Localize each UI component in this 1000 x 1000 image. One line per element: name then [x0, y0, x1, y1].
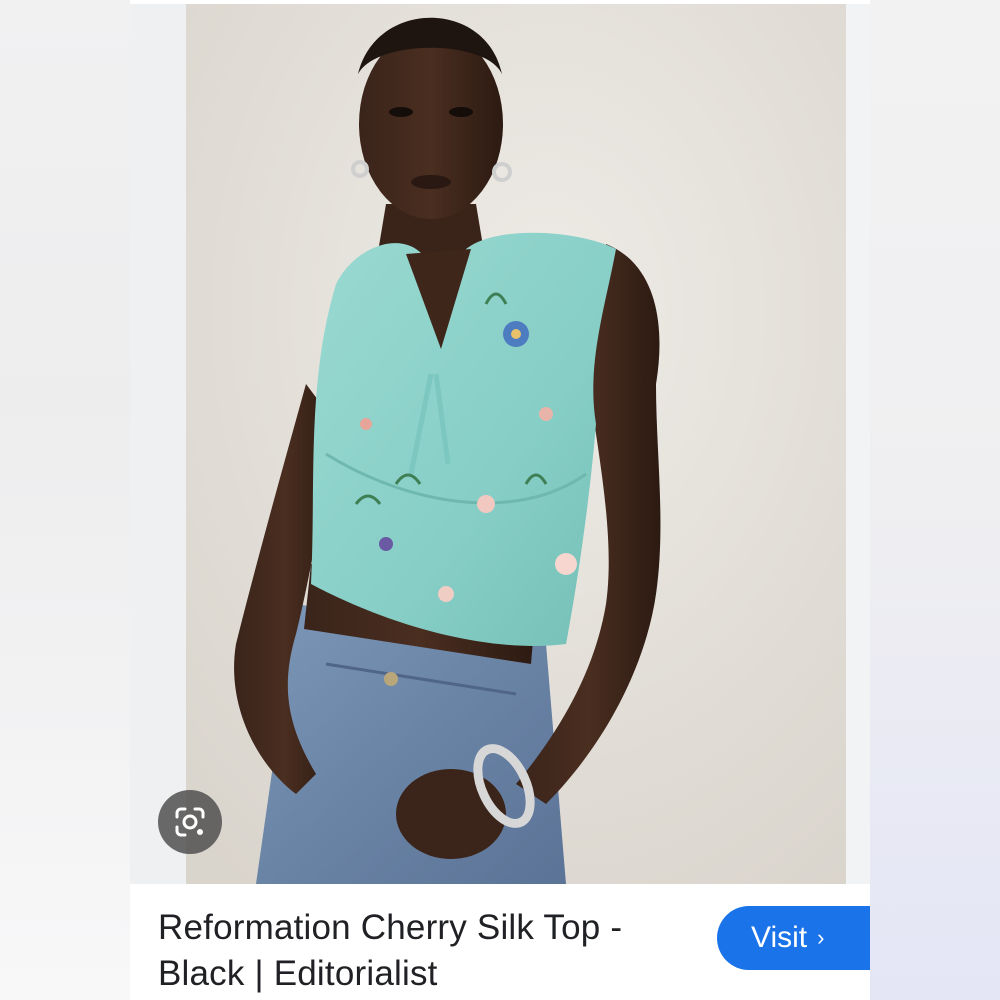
result-title[interactable]: Reformation Cherry Silk Top - Black | Ed… — [158, 905, 678, 997]
model-illustration — [186, 4, 846, 884]
image-result-card: Reformation Cherry Silk Top - Black | Ed… — [130, 0, 870, 1000]
blurred-background-left — [0, 0, 130, 1000]
screenshot-canvas: Reformation Cherry Silk Top - Black | Ed… — [0, 0, 1000, 1000]
image-letterbox-left — [130, 4, 186, 884]
product-image-area[interactable] — [130, 0, 870, 885]
blurred-background-right — [870, 0, 1000, 1000]
image-letterbox-right — [846, 4, 870, 884]
product-photo[interactable] — [186, 4, 846, 884]
visit-button-label: Visit — [751, 921, 808, 954]
google-lens-icon — [175, 807, 205, 837]
chevron-right-icon: › — [817, 925, 825, 950]
lens-search-button[interactable] — [158, 790, 222, 854]
visit-button[interactable]: Visit › — [717, 906, 870, 970]
